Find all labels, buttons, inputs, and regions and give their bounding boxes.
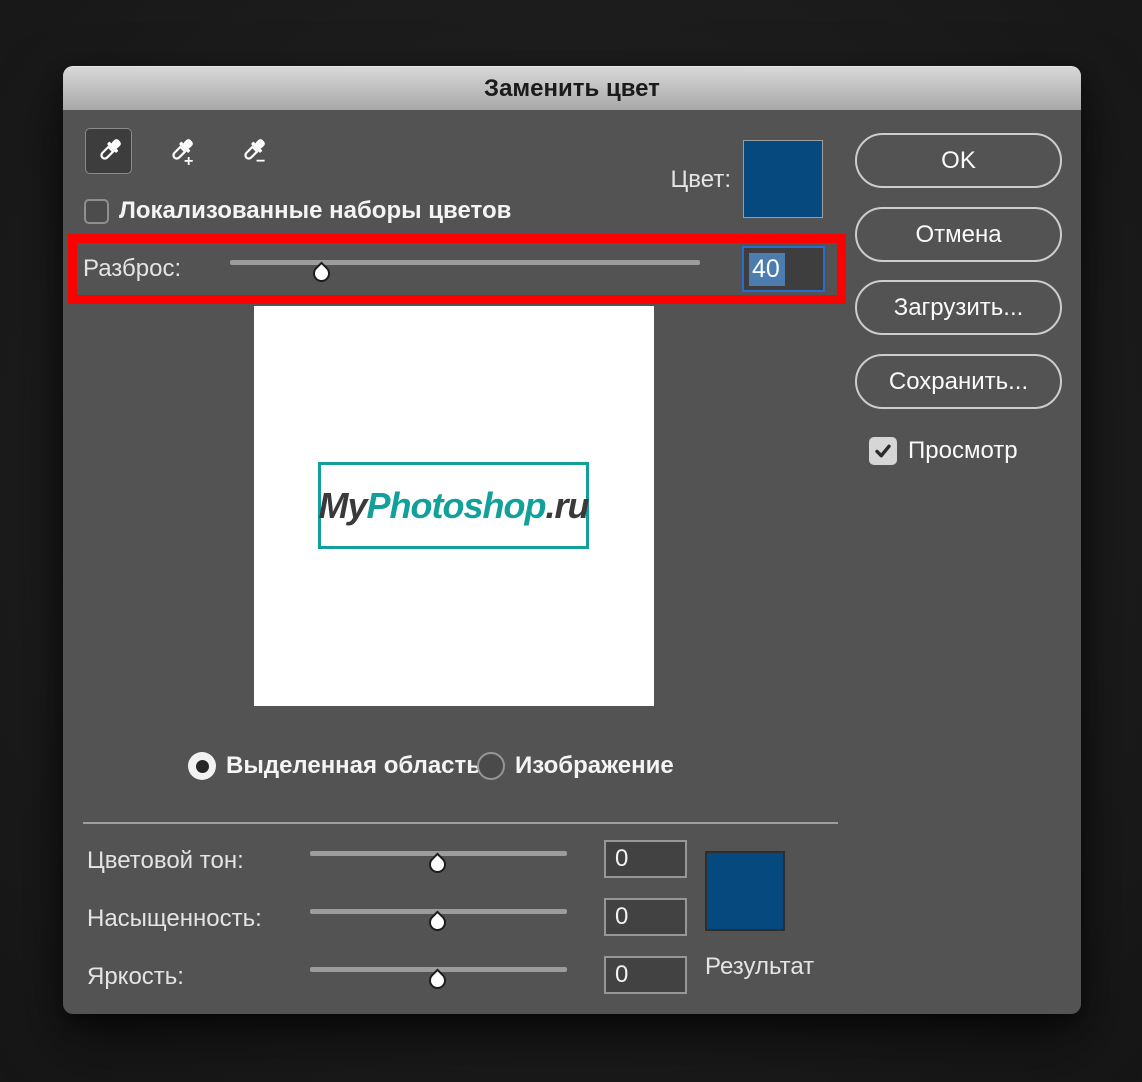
save-button[interactable]: Сохранить... (855, 354, 1062, 409)
myphotoshop-logo: MyPhotoshop.ru (318, 462, 589, 549)
radio-image[interactable] (477, 752, 505, 780)
hue-slider-thumb[interactable] (425, 852, 449, 876)
section-divider (83, 822, 838, 824)
color-label: Цвет: (671, 166, 731, 194)
minus-badge: − (256, 154, 265, 170)
logo-part1: My (319, 485, 367, 527)
plus-badge: + (184, 154, 193, 170)
fuzziness-label: Разброс: (83, 255, 181, 283)
radio-image-label: Изображение (515, 752, 674, 780)
logo-part3: .ru (545, 485, 588, 527)
preview-checkbox[interactable] (869, 437, 897, 465)
saturation-slider-thumb[interactable] (425, 910, 449, 934)
saturation-value-field[interactable]: 0 (604, 898, 687, 936)
result-color-swatch (705, 851, 785, 931)
fuzziness-slider-thumb[interactable] (309, 261, 333, 285)
lightness-label: Яркость: (87, 963, 184, 991)
load-button-label: Загрузить... (894, 294, 1024, 322)
lightness-value: 0 (615, 961, 628, 989)
replace-color-dialog: Заменить цвет + − (63, 66, 1081, 1014)
eyedropper-icon (91, 133, 127, 169)
checkmark-icon (871, 439, 895, 463)
load-button[interactable]: Загрузить... (855, 280, 1062, 335)
red-highlight-annotation (68, 234, 846, 304)
radio-selection-label: Выделенная область (226, 752, 481, 780)
selected-color-swatch[interactable] (743, 140, 823, 218)
hue-value-field[interactable]: 0 (604, 840, 687, 878)
cancel-button[interactable]: Отмена (855, 207, 1062, 262)
lightness-slider-thumb[interactable] (425, 968, 449, 992)
save-button-label: Сохранить... (889, 368, 1028, 396)
preview-checkbox-label: Просмотр (908, 437, 1018, 465)
hue-label: Цветовой тон: (87, 847, 244, 875)
image-preview[interactable]: MyPhotoshop.ru (254, 306, 654, 706)
ok-button[interactable]: OK (855, 133, 1062, 188)
eyedropper-tool-button[interactable] (85, 128, 132, 174)
lightness-value-field[interactable]: 0 (604, 956, 687, 994)
saturation-value: 0 (615, 903, 628, 931)
radio-selection[interactable] (188, 752, 216, 780)
fuzziness-value-field[interactable]: 40 (742, 246, 825, 292)
saturation-label: Насыщенность: (87, 905, 262, 933)
logo-part2: Photoshop (367, 485, 546, 527)
result-label: Результат (705, 953, 814, 981)
eyedropper-subtract-tool-button[interactable]: − (229, 128, 276, 174)
cancel-button-label: Отмена (915, 221, 1001, 249)
localized-clusters-label: Локализованные наборы цветов (119, 197, 511, 225)
fuzziness-value: 40 (749, 253, 785, 286)
localized-clusters-checkbox[interactable] (84, 199, 109, 224)
dialog-title: Заменить цвет (484, 75, 660, 103)
hue-value: 0 (615, 845, 628, 873)
ok-button-label: OK (941, 147, 976, 175)
fuzziness-slider-track[interactable] (230, 260, 700, 265)
eyedropper-add-tool-button[interactable]: + (157, 128, 204, 174)
radio-dot (196, 760, 209, 773)
dialog-titlebar[interactable]: Заменить цвет (63, 66, 1081, 110)
